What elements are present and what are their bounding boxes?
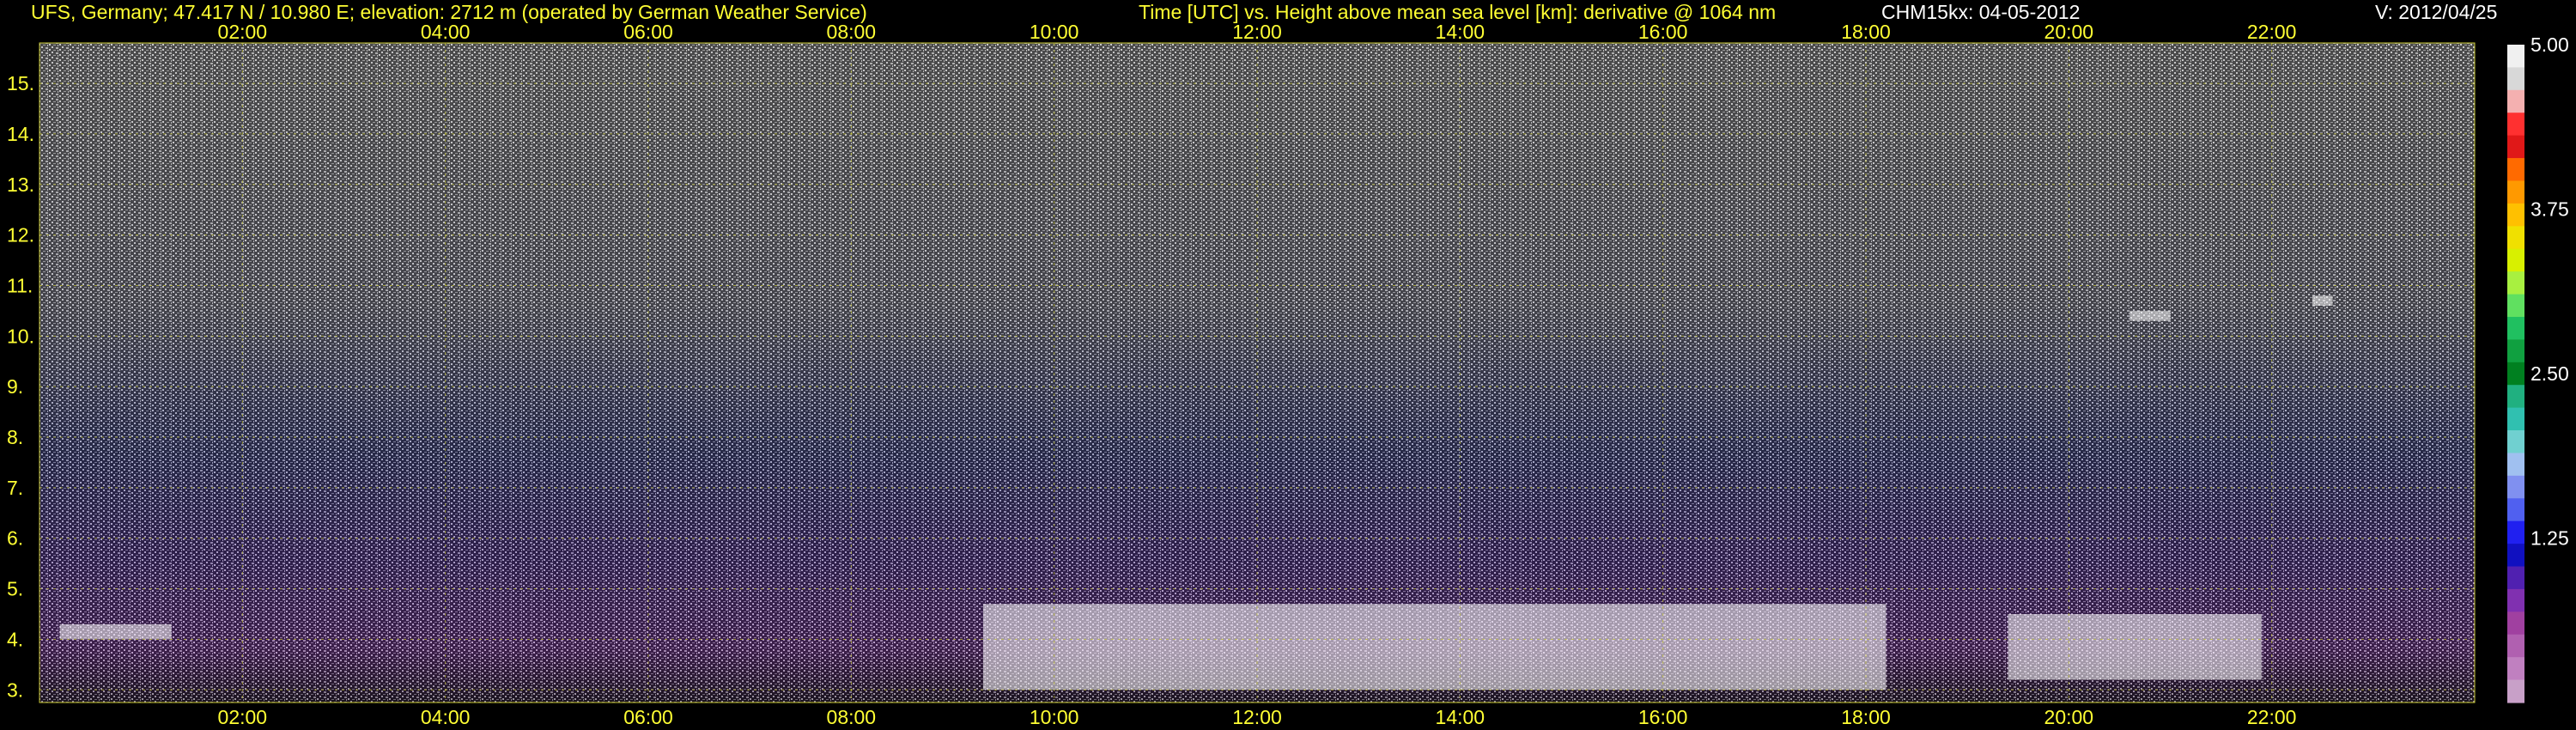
colorbar-segment <box>2507 248 2524 272</box>
x-tick-label-top: 10:00 <box>1030 21 1079 43</box>
colorbar-segment <box>2507 362 2524 386</box>
cloud-layer-1 <box>982 604 1886 690</box>
y-axis: 3. 4. 5. 6. 7. 8. 9. 10. 11. 12. 13. 14. 15. <box>7 72 34 701</box>
y-tick-label: 13. <box>7 173 34 196</box>
y-tick-label: 12. <box>7 224 34 246</box>
x-tick-label-bottom: 06:00 <box>623 706 673 728</box>
colorbar-segment <box>2507 453 2524 477</box>
x-tick-label-bottom: 08:00 <box>827 706 877 728</box>
colorbar-segment <box>2507 679 2524 703</box>
colorbar-label: 5.00 <box>2530 33 2569 56</box>
x-axis-top: 02:00 04:00 06:00 08:00 10:00 12:00 14:00 16:00… <box>218 21 2297 43</box>
x-tick-label-top: 20:00 <box>2044 21 2094 43</box>
colorbar-segment <box>2507 634 2524 658</box>
y-tick-label: 8. <box>7 426 23 448</box>
colorbar-segment <box>2507 657 2524 681</box>
colorbar-segment <box>2507 475 2524 499</box>
y-tick-label: 3. <box>7 678 23 701</box>
cloud-layer-4 <box>2312 295 2333 307</box>
x-tick-label-top: 14:00 <box>1436 21 1485 43</box>
x-tick-label-bottom: 22:00 <box>2247 706 2297 728</box>
x-tick-label-top: 02:00 <box>218 21 268 43</box>
x-tick-label-bottom: 18:00 <box>1841 706 1891 728</box>
colorbar-segment <box>2507 158 2524 182</box>
y-tick-label: 7. <box>7 477 23 499</box>
x-tick-label-bottom: 02:00 <box>218 706 268 728</box>
colorbar-segment <box>2507 316 2524 340</box>
colorbar-segment <box>2507 180 2524 204</box>
x-tick-label-bottom: 10:00 <box>1030 706 1079 728</box>
colorbar-segment <box>2507 135 2524 159</box>
colorbar-segment <box>2507 294 2524 318</box>
x-tick-label-top: 12:00 <box>1232 21 1282 43</box>
colorbar-segment <box>2507 385 2524 409</box>
colorbar-segment <box>2507 611 2524 636</box>
colorbar-label: 1.25 <box>2530 527 2569 550</box>
ceilometer-chart: 02:00 04:00 06:00 08:00 10:00 12:00 14:00 16:00… <box>7 21 2569 728</box>
colorbar-segment <box>2507 498 2524 522</box>
colorbar-segment <box>2507 271 2524 295</box>
x-tick-label-top: 08:00 <box>827 21 877 43</box>
colorbar-segment <box>2507 339 2524 363</box>
y-tick-label: 11. <box>7 274 33 296</box>
x-axis-bottom: 02:00 04:00 06:00 08:00 10:00 12:00 14:00 16:00… <box>218 706 2297 728</box>
y-tick-label: 5. <box>7 578 23 600</box>
x-tick-label-top: 16:00 <box>1638 21 1688 43</box>
colorbar-segment <box>2507 89 2524 113</box>
colorbar: 5.00 3.75 2.50 1.25 <box>2507 33 2569 703</box>
y-tick-label: 6. <box>7 527 23 550</box>
y-tick-label: 10. <box>7 325 34 347</box>
y-tick-label: 14. <box>7 123 34 145</box>
y-tick-label: 4. <box>7 628 23 650</box>
x-tick-label-top: 22:00 <box>2247 21 2297 43</box>
colorbar-segment <box>2507 203 2524 227</box>
colorbar-segment <box>2507 113 2524 137</box>
x-tick-label-bottom: 04:00 <box>421 706 471 728</box>
colorbar-segment <box>2507 544 2524 568</box>
y-tick-label: 15. <box>7 72 34 94</box>
cloud-layer-2 <box>2008 614 2262 680</box>
x-tick-label-top: 18:00 <box>1841 21 1891 43</box>
colorbar-label: 2.50 <box>2530 362 2569 385</box>
colorbar-segment <box>2507 566 2524 590</box>
x-tick-label-bottom: 20:00 <box>2044 706 2094 728</box>
colorbar-segment <box>2507 407 2524 431</box>
colorbar-segment <box>2507 520 2524 544</box>
colorbar-segment <box>2507 588 2524 612</box>
y-tick-label: 9. <box>7 375 23 398</box>
colorbar-segment <box>2507 45 2524 69</box>
colorbar-label: 3.75 <box>2530 198 2569 221</box>
x-tick-label-bottom: 16:00 <box>1638 706 1688 728</box>
x-tick-label-top: 04:00 <box>421 21 471 43</box>
colorbar-segment <box>2507 430 2524 454</box>
x-tick-label-top: 06:00 <box>623 21 673 43</box>
x-tick-label-bottom: 14:00 <box>1436 706 1485 728</box>
colorbar-segment <box>2507 226 2524 250</box>
colorbar-segment <box>2507 67 2524 91</box>
cloud-layer-3 <box>2129 310 2171 321</box>
x-tick-label-bottom: 12:00 <box>1232 706 1282 728</box>
cloud-layer-0 <box>59 624 172 640</box>
